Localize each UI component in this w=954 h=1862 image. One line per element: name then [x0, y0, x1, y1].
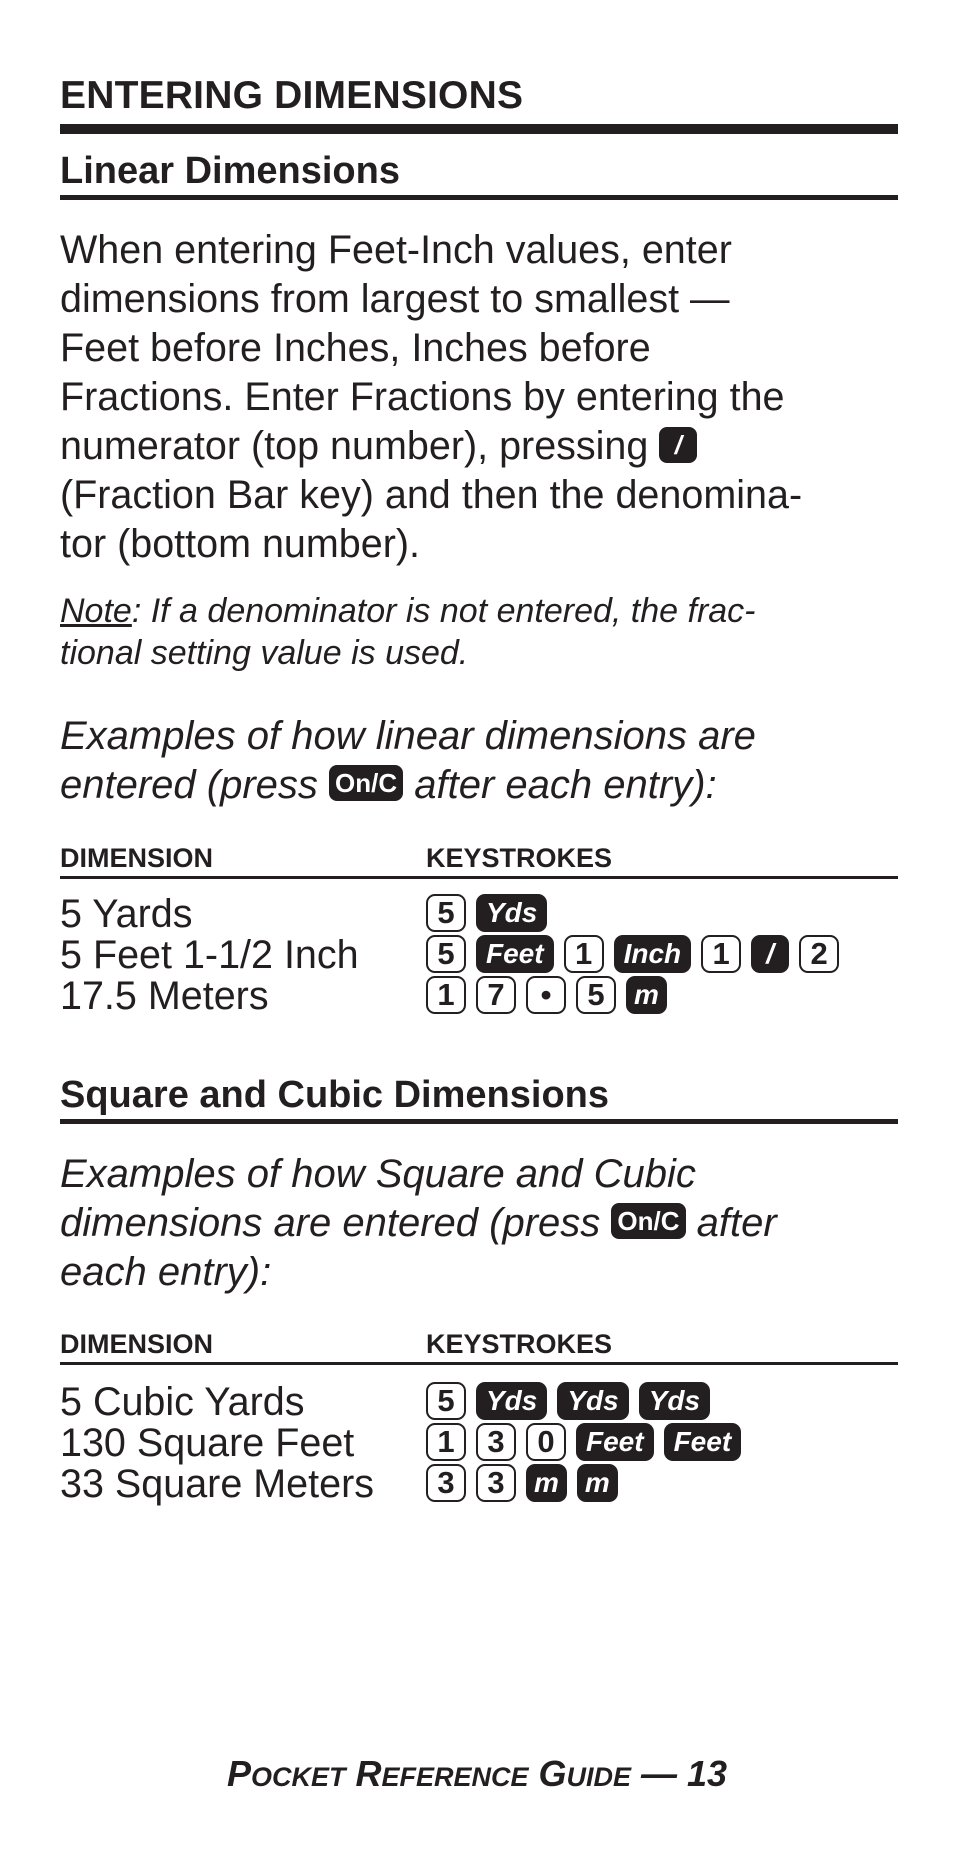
table-header-rule [60, 1362, 898, 1365]
keystrokes-cell: 1 7 • 5 m [426, 976, 667, 1014]
intro-line: Examples of how Square and Cubic [60, 1152, 696, 1196]
column-header-keystrokes: KEYSTROKES [426, 1329, 613, 1359]
digit-5-key-icon: 5 [426, 894, 466, 932]
paragraph-line: Feet before Inches, Inches before [60, 326, 651, 370]
yards-key-icon: Yds [557, 1382, 629, 1420]
table-row: 33 Square Meters 3 3 m m [60, 1460, 954, 1508]
paragraph-line: (Fraction Bar key) and then the denomina… [60, 473, 803, 517]
intro-line: entered (press On/C after each entry): [60, 761, 910, 810]
title-rule [60, 124, 898, 134]
paragraph-line: tor (bottom number). [60, 522, 421, 566]
dimension-cell: 17.5 Meters [60, 974, 269, 1018]
digit-3-key-icon: 3 [476, 1464, 516, 1502]
digit-1-key-icon: 1 [426, 1423, 466, 1461]
feet-key-icon: Feet [576, 1423, 654, 1461]
section-heading-square-cubic: Square and Cubic Dimensions [60, 1074, 609, 1116]
paragraph-line: Fractions. Enter Fractions by entering t… [60, 375, 785, 419]
paragraph-line: dimensions from largest to smallest — [60, 277, 730, 321]
digit-3-key-icon: 3 [426, 1464, 466, 1502]
yards-key-icon: Yds [476, 1382, 548, 1420]
keystrokes-cell: 5 Yds Yds Yds [426, 1382, 711, 1420]
column-header-keystrokes: KEYSTROKES [426, 843, 613, 873]
digit-1-key-icon: 1 [701, 935, 742, 973]
digit-5-key-icon: 5 [576, 976, 616, 1014]
note-line: Note: If a denominator is not entered, t… [60, 590, 910, 632]
table-row: 17.5 Meters 1 7 • 5 m [60, 972, 954, 1020]
dimension-cell: 33 Square Meters [60, 1462, 374, 1506]
intro-line: Examples of how linear dimensions are [60, 714, 756, 758]
digit-5-key-icon: 5 [426, 1382, 466, 1420]
digit-3-key-icon: 3 [476, 1423, 516, 1461]
inch-key-icon: Inch [613, 935, 692, 973]
on-c-key-icon: On/C [329, 765, 404, 802]
fraction-bar-key-icon: / [659, 426, 698, 463]
note-line: tional setting value is used. [60, 634, 469, 672]
linear-examples-intro: Examples of how linear dimensions are en… [60, 712, 910, 810]
section-rule-square-cubic [60, 1119, 898, 1124]
yards-key-icon: Yds [476, 894, 548, 932]
intro-text: dimensions are entered (press [60, 1201, 601, 1245]
meters-key-icon: m [626, 976, 667, 1014]
keystrokes-cell: 5 Yds [426, 894, 548, 932]
paragraph-line: When entering Feet-Inch values, enter [60, 228, 732, 272]
note-text: : If a denominator is not entered, the f… [131, 592, 756, 630]
paragraph-text: numerator (top number), pressing [60, 424, 649, 468]
meters-key-icon: m [576, 1464, 618, 1502]
table-header-rule [60, 876, 898, 879]
digit-1-key-icon: 1 [563, 935, 604, 973]
column-header-dimension: DIMENSION [60, 1329, 214, 1359]
fraction-bar-key-icon: / [751, 935, 790, 973]
decimal-point-key-icon: • [526, 976, 566, 1014]
note-label: Note [60, 592, 132, 630]
page-title: ENTERING DIMENSIONS [60, 74, 524, 117]
intro-line: dimensions are entered (press On/C after [60, 1199, 910, 1248]
linear-paragraph: When entering Feet-Inch values, enter di… [60, 226, 910, 569]
yards-key-icon: Yds [638, 1382, 711, 1420]
feet-key-icon: Feet [476, 935, 554, 973]
keystrokes-cell: 5 Feet 1 Inch 1/2 [426, 935, 840, 973]
note: Note: If a denominator is not entered, t… [60, 590, 910, 674]
digit-2-key-icon: 2 [799, 935, 840, 973]
intro-line: each entry): [60, 1250, 272, 1294]
on-c-key-icon: On/C [611, 1203, 686, 1240]
keystrokes-cell: 33mm [426, 1464, 618, 1502]
page-footer: POCKET REFERENCE GUIDE — 13 [226, 1753, 728, 1794]
section-heading-linear: Linear Dimensions [60, 150, 400, 192]
digit-1-key-icon: 1 [426, 976, 466, 1014]
digit-5-key-icon: 5 [426, 935, 466, 973]
square-cubic-examples-intro: Examples of how Square and Cubic dimensi… [60, 1150, 910, 1297]
column-header-dimension: DIMENSION [60, 843, 214, 873]
digit-0-key-icon: 0 [526, 1423, 566, 1461]
intro-text: after [696, 1201, 777, 1245]
feet-key-icon: Feet [663, 1423, 742, 1461]
meters-key-icon: m [526, 1464, 567, 1502]
keystrokes-cell: 1 3 0 Feet Feet [426, 1423, 742, 1461]
intro-text: entered (press [60, 763, 318, 807]
section-rule-linear [60, 195, 898, 200]
intro-text: after each entry): [414, 763, 717, 807]
digit-7-key-icon: 7 [476, 976, 516, 1014]
paragraph-line: numerator (top number), pressing / [60, 422, 910, 471]
